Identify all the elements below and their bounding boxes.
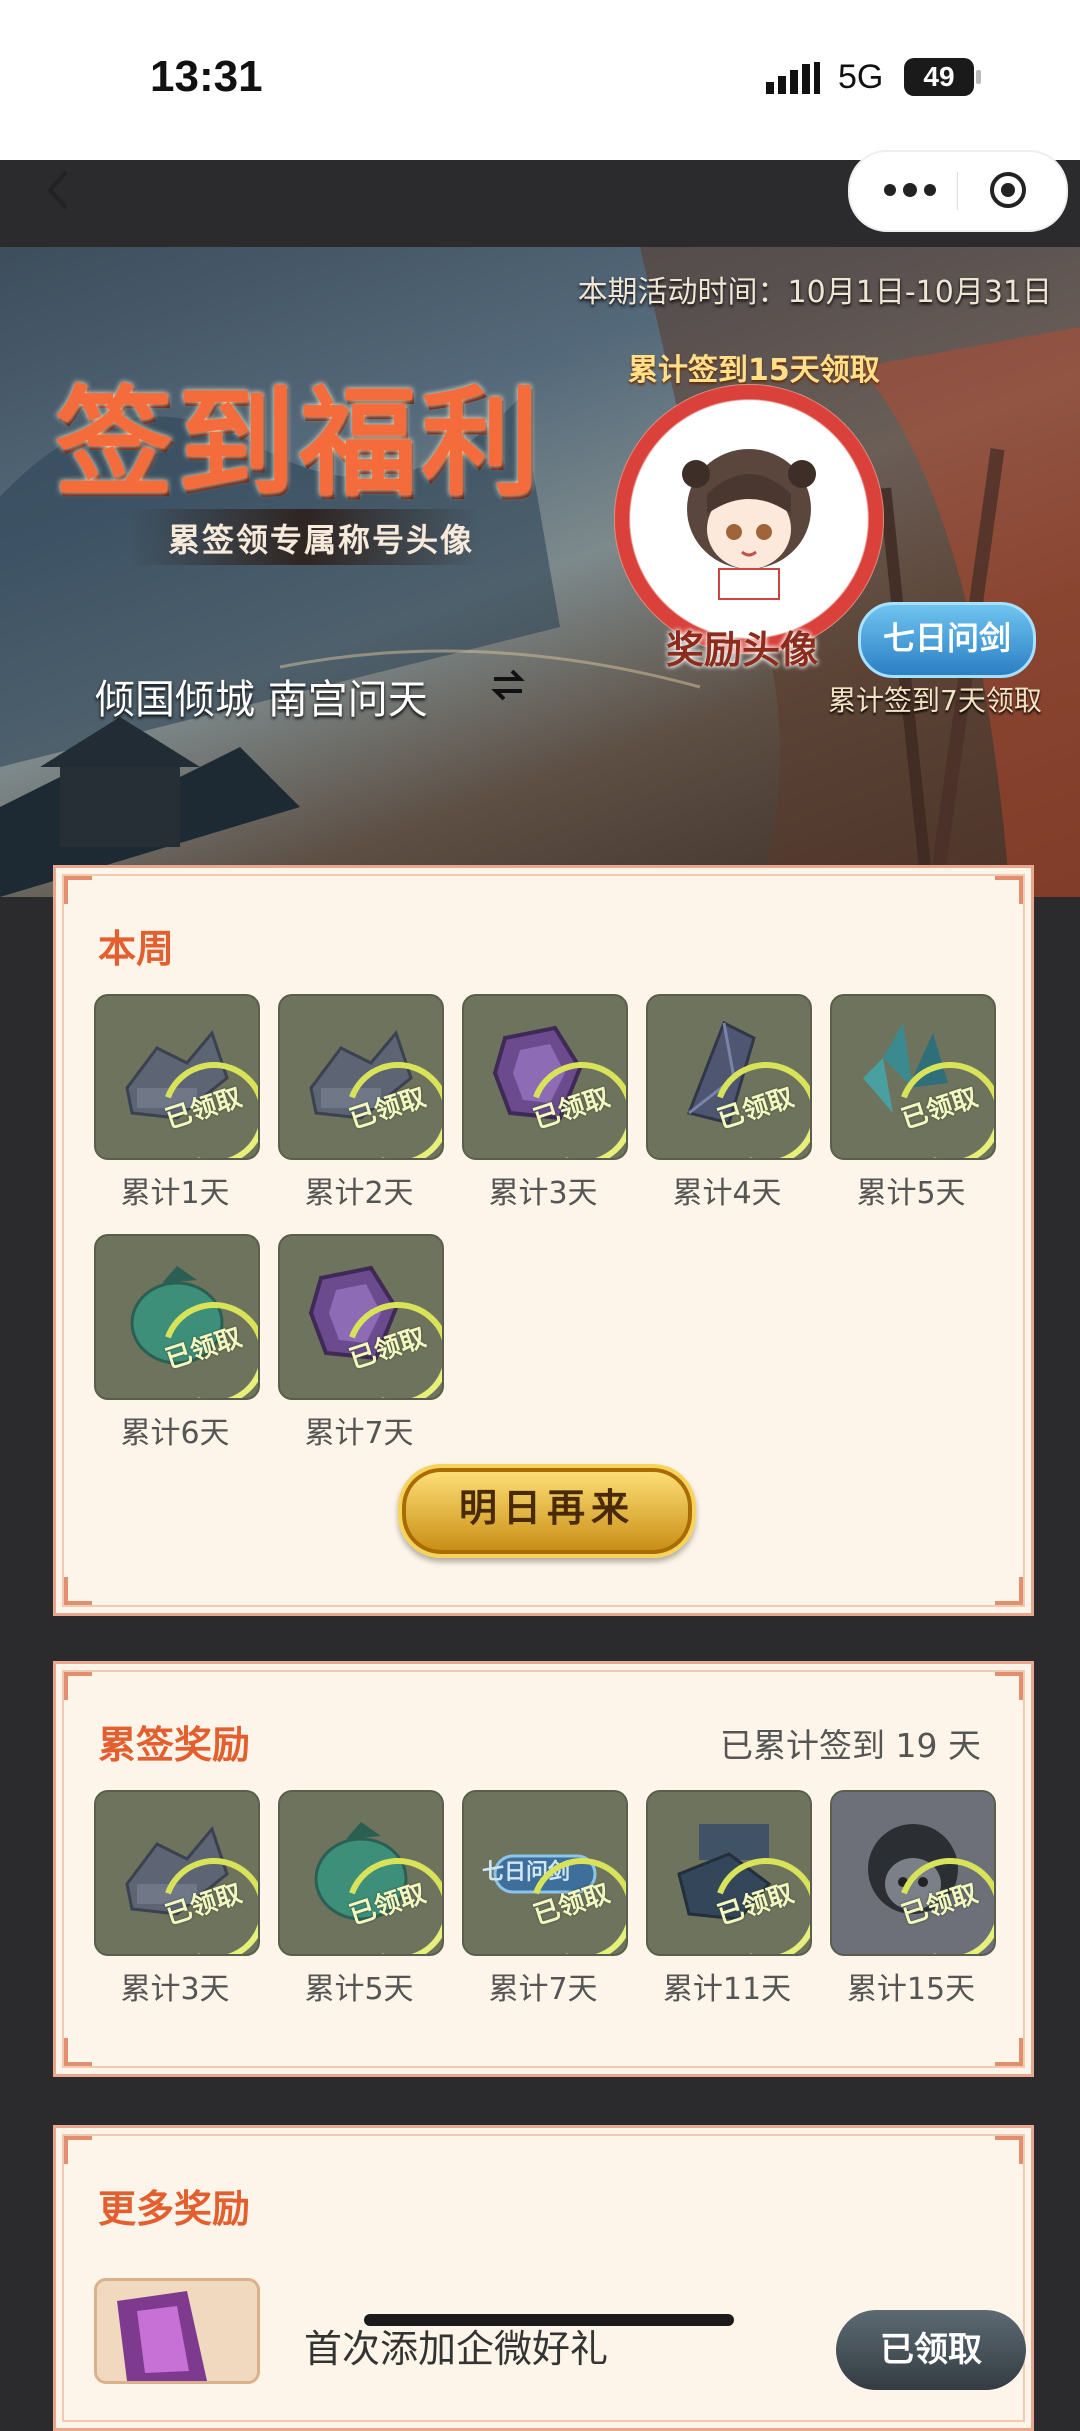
- claimed-button[interactable]: 已领取: [836, 2310, 1026, 2390]
- reward-tile[interactable]: 七日问剑 已领取: [462, 1790, 628, 1956]
- reward-day-label: 累计6天: [120, 1416, 230, 1451]
- avatar-character-icon: [682, 449, 816, 600]
- reward-tile[interactable]: 已领取: [94, 994, 260, 1160]
- week-reward-item[interactable]: 已领取累计3天: [462, 994, 628, 1212]
- more-rewards-title: 更多奖励: [98, 2187, 251, 2231]
- come-back-tomorrow-button[interactable]: 明日再来: [398, 1464, 696, 1558]
- card-corner: [995, 876, 1023, 904]
- avatar-reward-hint: 累计签到15天领取: [628, 353, 880, 388]
- wecom-gift-text: 首次添加企微好礼: [304, 2327, 609, 2371]
- more-rewards-card: 更多奖励 首次添加企微好礼 已领取: [53, 2125, 1034, 2431]
- banner-landscape-art: [0, 247, 1080, 897]
- card-corner: [995, 1672, 1023, 1700]
- reward-day-label: 累计2天: [304, 1176, 414, 1211]
- card-corner: [64, 876, 92, 904]
- event-banner: 本期活动时间：10月1日-10月31日 签到福利 累签领专属称号头像 倾国倾城 …: [0, 247, 1080, 897]
- reward-day-label: 累计15天: [846, 1972, 976, 2007]
- reward-avatar[interactable]: [614, 384, 884, 654]
- cumulative-title: 累签奖励: [98, 1723, 251, 1767]
- close-target-icon[interactable]: [988, 170, 1028, 210]
- battery-icon: 49: [904, 58, 974, 96]
- mini-program-capsule: [848, 150, 1068, 232]
- avatar-reward-label: 奖励头像: [666, 628, 819, 672]
- card-corner: [64, 1672, 92, 1700]
- this-week-card: 本周 已领取 累计1天 已领取 累计2天 已领取 累计3天 已领取 累计4天 已领取 累计5天 已领…: [53, 865, 1034, 1616]
- cumulative-reward-item[interactable]: 已领取累计11天: [646, 1790, 812, 2008]
- reward-day-label: 累计5天: [856, 1176, 966, 1211]
- status-time: 13:31: [150, 52, 263, 101]
- event-subtitle: 累签领专属称号头像: [168, 521, 475, 559]
- event-period: 本期活动时间：10月1日-10月31日: [577, 275, 1052, 310]
- cumulative-rewards-card: 累签奖励 已累计签到 19 天 已领取 累计3天 已领取 累计5天 七日问剑 已领取 累计7…: [53, 1661, 1034, 2077]
- card-corner: [995, 2136, 1023, 2164]
- card-corner: [64, 1577, 92, 1605]
- cumulative-grid: 已领取 累计3天 已领取 累计5天 七日问剑 已领取 累计7天 已领取 累计11天 已领取 累计15…: [94, 1790, 1014, 2008]
- reward-tile[interactable]: 已领取: [278, 1234, 444, 1400]
- more-icon[interactable]: [880, 172, 940, 208]
- reward-day-label: 累计3天: [120, 1972, 230, 2007]
- reward-day-label: 累计7天: [304, 1416, 414, 1451]
- week-reward-item[interactable]: 已领取累计6天: [94, 1234, 260, 1452]
- reward-tile[interactable]: 已领取: [278, 994, 444, 1160]
- reward-day-label: 累计4天: [672, 1176, 782, 1211]
- this-week-grid: 已领取 累计1天 已领取 累计2天 已领取 累计3天 已领取 累计4天 已领取 累计5天 已领取 累计…: [94, 994, 1014, 1452]
- cumulative-reward-item[interactable]: 已领取累计5天: [278, 1790, 444, 2008]
- reward-day-label: 累计5天: [304, 1972, 414, 2007]
- cumulative-reward-item[interactable]: 已领取累计3天: [94, 1790, 260, 2008]
- card-corner: [995, 1577, 1023, 1605]
- this-week-title: 本周: [98, 927, 175, 971]
- status-bar: 13:31 5G 49: [0, 0, 1080, 232]
- reward-tile[interactable]: 已领取: [462, 994, 628, 1160]
- cumulative-reward-item[interactable]: 已领取累计15天: [830, 1790, 996, 2008]
- current-title-name[interactable]: 倾国倾城 南宫问天: [95, 667, 428, 725]
- reward-tile[interactable]: 已领取: [278, 1790, 444, 1956]
- week-reward-item[interactable]: 已领取累计1天: [94, 994, 260, 1212]
- reward-day-label: 累计11天: [662, 1972, 792, 2007]
- reward-day-label: 累计3天: [488, 1176, 598, 1211]
- cumulative-reward-item[interactable]: 七日问剑 已领取累计7天: [462, 1790, 628, 2008]
- card-corner: [64, 2038, 92, 2066]
- battery-tip: [976, 70, 981, 84]
- reward-tile[interactable]: 已领取: [646, 1790, 812, 1956]
- seven-day-title-badge[interactable]: 七日问剑: [858, 602, 1036, 678]
- reward-day-label: 累计1天: [120, 1176, 230, 1211]
- card-corner: [64, 2136, 92, 2164]
- reward-tile[interactable]: 已领取: [94, 1234, 260, 1400]
- reward-tile[interactable]: 已领取: [830, 1790, 996, 1956]
- cumulative-summary: 已累计签到 19 天: [720, 1726, 981, 1765]
- week-reward-item[interactable]: 已领取累计5天: [830, 994, 996, 1212]
- network-type: 5G: [838, 58, 884, 96]
- reward-tile[interactable]: 已领取: [646, 994, 812, 1160]
- swap-icon[interactable]: [490, 665, 526, 705]
- event-title: 签到福利: [55, 373, 544, 512]
- home-indicator: [364, 2314, 734, 2326]
- signal-icon: [766, 62, 820, 94]
- week-reward-item[interactable]: 已领取累计2天: [278, 994, 444, 1212]
- reward-tile[interactable]: 已领取: [830, 994, 996, 1160]
- capsule-divider: [957, 172, 958, 210]
- week-reward-item[interactable]: 已领取累计7天: [278, 1234, 444, 1452]
- back-icon[interactable]: [30, 160, 90, 220]
- card-corner: [995, 2038, 1023, 2066]
- seven-day-hint: 累计签到7天领取: [828, 684, 1042, 717]
- reward-tile[interactable]: 已领取: [94, 1790, 260, 1956]
- week-reward-item[interactable]: 已领取累计4天: [646, 994, 812, 1212]
- gift-pack-icon: [94, 2278, 260, 2384]
- reward-day-label: 累计7天: [488, 1972, 598, 2007]
